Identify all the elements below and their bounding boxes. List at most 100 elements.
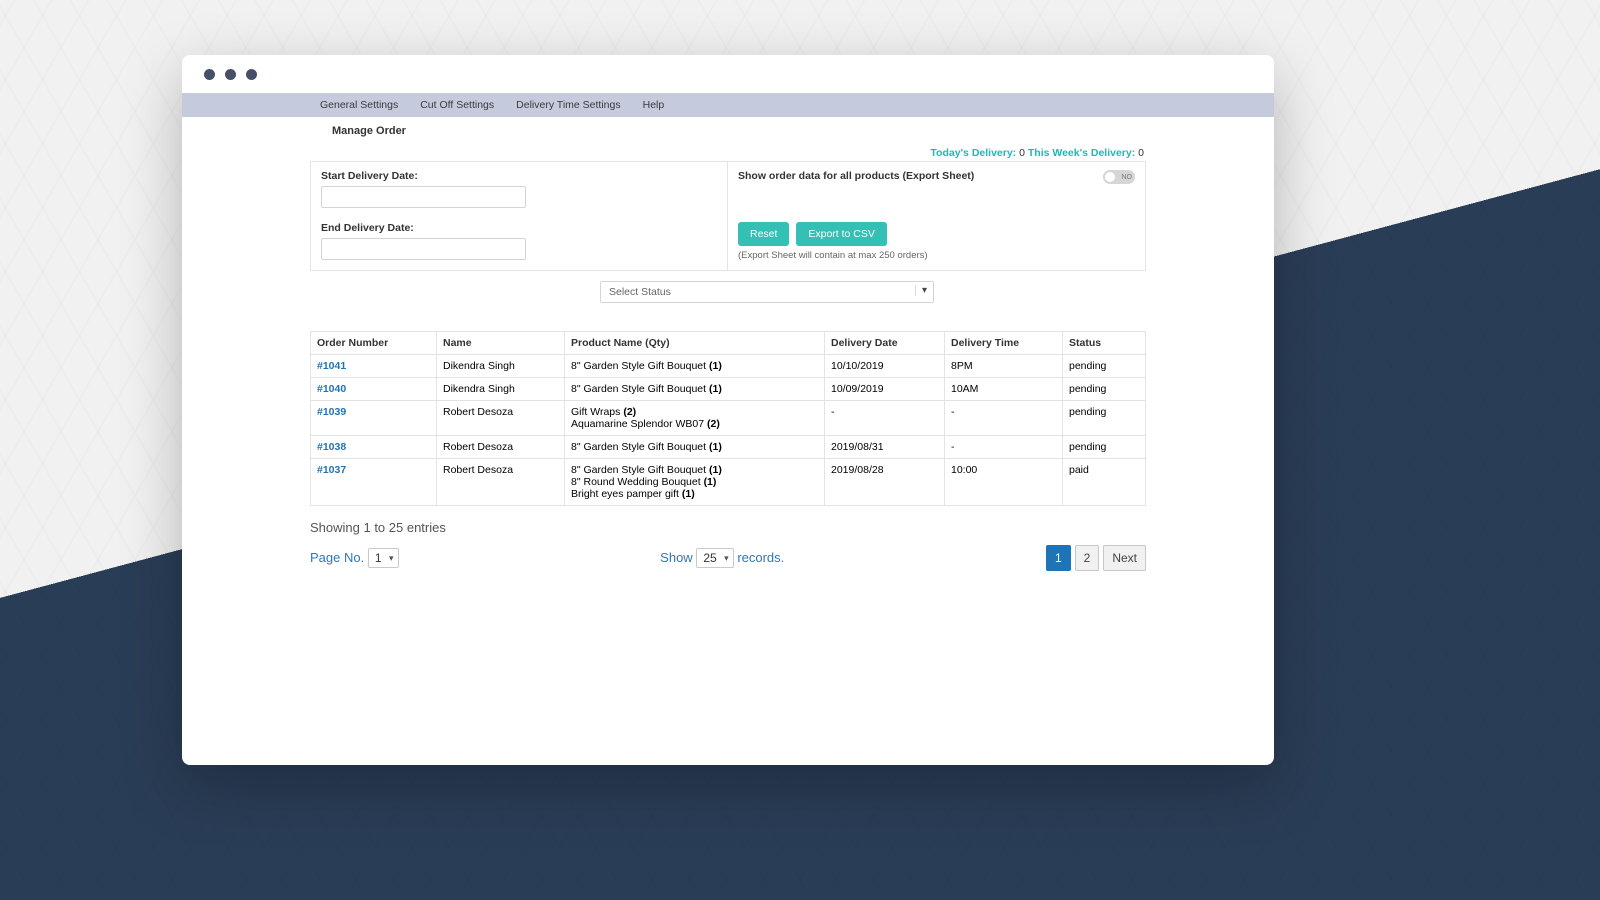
cell-name: Robert Desoza [437,459,565,506]
orders-table: Order Number Name Product Name (Qty) Del… [310,331,1146,506]
table-row: #1040Dikendra Singh8" Garden Style Gift … [311,378,1146,401]
reset-button[interactable]: Reset [738,222,789,246]
cell-products: 8" Garden Style Gift Bouquet (1)8" Round… [565,459,825,506]
start-date-label: Start Delivery Date: [321,170,717,182]
product-title: Bright eyes pamper gift [571,488,682,500]
product-qty: (1) [709,360,722,372]
product-title: 8" Garden Style Gift Bouquet [571,441,709,453]
cell-status: pending [1063,401,1146,436]
cell-products: 8" Garden Style Gift Bouquet (1) [565,436,825,459]
next-button[interactable]: Next [1103,545,1146,571]
th-order-number: Order Number [311,332,437,355]
cell-products: Gift Wraps (2)Aquamarine Splendor WB07 (… [565,401,825,436]
toggle-state-text: NO [1122,174,1133,181]
window-dot [246,69,257,80]
cell-date: 10/10/2019 [825,355,945,378]
cell-time: - [945,436,1063,459]
product-title: Gift Wraps [571,406,623,418]
product-qty: (1) [709,441,722,453]
cell-name: Dikendra Singh [437,355,565,378]
filter-dates: Start Delivery Date: End Delivery Date: [311,162,728,270]
today-delivery-label: Today's Delivery: [930,147,1016,159]
cell-name: Robert Desoza [437,401,565,436]
page-button-1[interactable]: 1 [1046,545,1071,571]
table-row: #1038Robert Desoza8" Garden Style Gift B… [311,436,1146,459]
page-no-select[interactable]: 1 [368,548,399,568]
th-product: Product Name (Qty) [565,332,825,355]
cell-status: pending [1063,355,1146,378]
cell-date: 2019/08/31 [825,436,945,459]
status-select-placeholder: Select Status [609,286,671,298]
product-qty: (2) [707,418,720,430]
cell-date: 2019/08/28 [825,459,945,506]
cell-name: Robert Desoza [437,436,565,459]
export-toggle[interactable]: NO [1103,170,1135,184]
show-records-select[interactable]: 25 [696,548,733,568]
product-title: 8" Garden Style Gift Bouquet [571,360,709,372]
cell-date: - [825,401,945,436]
cell-products: 8" Garden Style Gift Bouquet (1) [565,378,825,401]
table-row: #1037Robert Desoza8" Garden Style Gift B… [311,459,1146,506]
window-dot [204,69,215,80]
show-label: Show [660,550,693,565]
th-name: Name [437,332,565,355]
end-date-input[interactable] [321,238,526,260]
app-window: General Settings Cut Off Settings Delive… [182,55,1274,765]
product-title: Aquamarine Splendor WB07 [571,418,707,430]
cell-time: 10:00 [945,459,1063,506]
export-note: (Export Sheet will contain at max 250 or… [738,250,1135,261]
product-title: 8" Garden Style Gift Bouquet [571,464,709,476]
today-delivery-value: 0 [1019,147,1025,159]
cell-status: pending [1063,378,1146,401]
order-link[interactable]: #1041 [317,360,346,372]
order-link[interactable]: #1037 [317,464,346,476]
records-label: records. [737,550,784,565]
product-title: 8" Round Wedding Bouquet [571,476,704,488]
nav-help[interactable]: Help [643,99,665,111]
cell-status: pending [1063,436,1146,459]
cell-name: Dikendra Singh [437,378,565,401]
filter-panel: Start Delivery Date: End Delivery Date: … [310,161,1146,271]
product-qty: (1) [709,383,722,395]
cell-status: paid [1063,459,1146,506]
week-delivery-value: 0 [1138,147,1144,159]
entries-text: Showing 1 to 25 entries [310,520,1146,535]
page-button-2[interactable]: 2 [1075,545,1100,571]
export-toggle-label: Show order data for all products (Export… [738,170,974,182]
window-titlebar [182,55,1274,93]
nav-cut-off-settings[interactable]: Cut Off Settings [420,99,494,111]
cell-time: - [945,401,1063,436]
table-row: #1039Robert DesozaGift Wraps (2)Aquamari… [311,401,1146,436]
filter-actions: Show order data for all products (Export… [728,162,1145,270]
product-qty: (1) [709,464,722,476]
page-no-label: Page No. [310,550,364,565]
export-csv-button[interactable]: Export to CSV [796,222,887,246]
product-qty: (2) [623,406,636,418]
table-header-row: Order Number Name Product Name (Qty) Del… [311,332,1146,355]
th-time: Delivery Time [945,332,1063,355]
window-dot [225,69,236,80]
cell-time: 8PM [945,355,1063,378]
cell-products: 8" Garden Style Gift Bouquet (1) [565,355,825,378]
week-delivery-label: This Week's Delivery: [1028,147,1135,159]
table-row: #1041Dikendra Singh8" Garden Style Gift … [311,355,1146,378]
nav-delivery-time-settings[interactable]: Delivery Time Settings [516,99,620,111]
cell-date: 10/09/2019 [825,378,945,401]
order-link[interactable]: #1040 [317,383,346,395]
product-qty: (1) [704,476,717,488]
cell-time: 10AM [945,378,1063,401]
product-qty: (1) [682,488,695,500]
th-date: Delivery Date [825,332,945,355]
status-select[interactable]: Select Status [600,281,934,303]
order-link[interactable]: #1038 [317,441,346,453]
product-title: 8" Garden Style Gift Bouquet [571,383,709,395]
page-title: Manage Order [182,117,1274,141]
top-nav: General Settings Cut Off Settings Delive… [182,93,1274,117]
end-date-label: End Delivery Date: [321,222,717,234]
th-status: Status [1063,332,1146,355]
delivery-summary: Today's Delivery: 0 This Week's Delivery… [182,141,1274,161]
start-date-input[interactable] [321,186,526,208]
table-footer: Showing 1 to 25 entries Page No. 1 Show … [310,520,1146,571]
order-link[interactable]: #1039 [317,406,346,418]
nav-general-settings[interactable]: General Settings [320,99,398,111]
